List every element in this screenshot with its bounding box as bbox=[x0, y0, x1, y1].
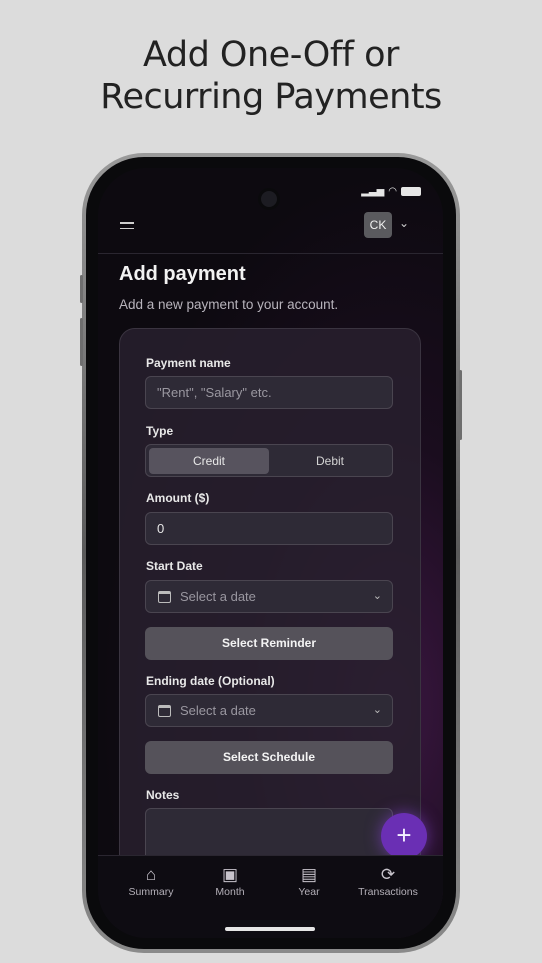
chevron-down-icon: ⌄ bbox=[372, 704, 382, 716]
nav-item-year[interactable]: ▤ Year bbox=[269, 864, 349, 898]
ending-date-placeholder: Select a date bbox=[180, 703, 256, 718]
start-date-placeholder: Select a date bbox=[180, 589, 256, 604]
home-indicator[interactable] bbox=[225, 927, 315, 931]
headline-line-2: Recurring Payments bbox=[100, 77, 442, 117]
select-reminder-button[interactable]: Select Reminder bbox=[145, 627, 393, 660]
wifi-icon: ◠ bbox=[388, 186, 397, 197]
phone-side-button bbox=[80, 275, 83, 303]
select-schedule-button[interactable]: Select Schedule bbox=[145, 741, 393, 774]
avatar[interactable]: CK bbox=[364, 212, 392, 238]
headline: Add One-Off or Recurring Payments bbox=[0, 34, 542, 118]
battery-icon bbox=[401, 187, 421, 196]
phone-side-button bbox=[80, 318, 83, 366]
nav-item-transactions[interactable]: ⟳ Transactions bbox=[348, 864, 428, 898]
chevron-down-icon: ⌄ bbox=[372, 590, 382, 602]
hamburger-icon[interactable] bbox=[120, 222, 134, 230]
chevron-down-icon[interactable]: ⌄ bbox=[399, 216, 409, 230]
status-bar: ▂▃▅ ◠ bbox=[361, 186, 421, 197]
start-date-label: Start Date bbox=[146, 559, 203, 573]
amount-label: Amount ($) bbox=[146, 491, 210, 505]
refresh-icon: ⟳ bbox=[380, 865, 396, 884]
payment-name-label: Payment name bbox=[146, 356, 231, 370]
type-credit-button[interactable]: Credit bbox=[149, 448, 269, 474]
bottom-nav: ⌂ Summary ▣ Month ▤ Year ⟳ Transactions bbox=[98, 855, 443, 938]
notes-label: Notes bbox=[146, 788, 180, 802]
nav-item-month[interactable]: ▣ Month bbox=[190, 864, 270, 898]
app-header: CK ⌄ bbox=[98, 200, 443, 254]
page-subtitle: Add a new payment to your account. bbox=[119, 297, 339, 312]
phone-screen: ▂▃▅ ◠ CK ⌄ Add payment Add a new payment… bbox=[98, 168, 443, 938]
ending-date-label: Ending date (Optional) bbox=[146, 674, 275, 688]
headline-line-1: Add One-Off or bbox=[143, 35, 399, 75]
signal-icon: ▂▃▅ bbox=[361, 186, 385, 197]
amount-input[interactable]: 0 bbox=[145, 512, 393, 545]
nav-item-summary[interactable]: ⌂ Summary bbox=[111, 864, 191, 898]
month-icon: ▣ bbox=[221, 865, 239, 884]
calendar-icon bbox=[158, 705, 171, 717]
ending-date-picker[interactable]: Select a date ⌄ bbox=[145, 694, 393, 727]
type-debit-button[interactable]: Debit bbox=[270, 448, 390, 474]
calendar-icon bbox=[158, 591, 171, 603]
nav-label: Summary bbox=[128, 886, 174, 898]
nav-label: Month bbox=[215, 886, 245, 898]
nav-label: Year bbox=[298, 886, 320, 898]
nav-label: Transactions bbox=[358, 886, 418, 898]
type-label: Type bbox=[146, 424, 174, 438]
plus-icon: + bbox=[396, 820, 412, 850]
calendar-icon: ▤ bbox=[300, 865, 318, 884]
payment-name-input[interactable]: "Rent", "Salary" etc. bbox=[145, 376, 393, 409]
phone-side-button bbox=[459, 370, 462, 440]
type-toggle: Credit Debit bbox=[145, 444, 393, 477]
home-icon: ⌂ bbox=[145, 865, 157, 884]
add-button[interactable]: + bbox=[381, 813, 427, 859]
start-date-picker[interactable]: Select a date ⌄ bbox=[145, 580, 393, 613]
page-title: Add payment bbox=[119, 263, 246, 285]
